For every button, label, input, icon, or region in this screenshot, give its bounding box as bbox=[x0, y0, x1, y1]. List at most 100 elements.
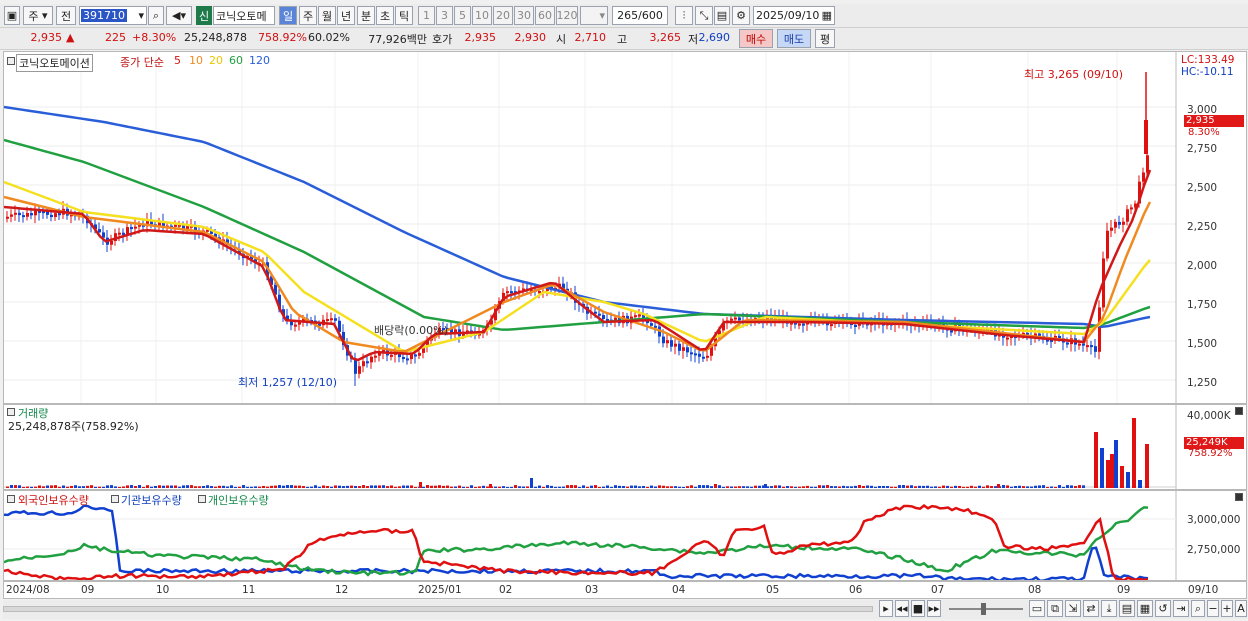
volume-bar bbox=[1145, 444, 1149, 488]
volume-bar bbox=[870, 485, 873, 488]
close-panel-icon[interactable] bbox=[1235, 407, 1243, 415]
volume-bar bbox=[138, 485, 141, 488]
grid-toggle-icon[interactable]: ▦ bbox=[1137, 600, 1153, 617]
volume-bar bbox=[498, 486, 501, 488]
period-minute-tab[interactable]: 분 bbox=[357, 6, 375, 25]
candle-type-icon[interactable]: ⫶ bbox=[675, 6, 693, 25]
volume-bar bbox=[14, 485, 17, 488]
x-tick: 2024/08 bbox=[6, 584, 50, 596]
series-toggle-icon[interactable] bbox=[111, 495, 119, 503]
candle-body bbox=[638, 314, 641, 317]
volume-bar bbox=[610, 486, 613, 488]
chart-layout-icon[interactable]: ▭ bbox=[1029, 600, 1045, 617]
interval-20[interactable]: 20 bbox=[493, 6, 513, 25]
candle-body bbox=[1114, 221, 1117, 228]
zoom-slider-handle[interactable] bbox=[981, 603, 986, 615]
avg-button[interactable]: 평 bbox=[815, 29, 835, 48]
volume-bar bbox=[666, 486, 669, 488]
volume-bar bbox=[938, 486, 941, 488]
volume-bar bbox=[30, 486, 33, 488]
x-tick: 02 bbox=[499, 584, 513, 596]
drawing-tool-icon[interactable]: ⤡ bbox=[695, 6, 713, 25]
holdings-chart[interactable] bbox=[4, 491, 1248, 580]
chart-copy-icon[interactable]: ⧉ bbox=[1047, 600, 1063, 617]
price-chart[interactable] bbox=[4, 52, 1248, 403]
period-week-tab[interactable]: 주 bbox=[299, 6, 317, 25]
save-icon[interactable]: ▤ bbox=[714, 6, 730, 25]
speaker-icon[interactable]: ◀▾ bbox=[166, 6, 192, 25]
close-panel-icon[interactable] bbox=[1235, 493, 1243, 501]
compare-icon[interactable]: ⇄ bbox=[1083, 600, 1099, 617]
horizontal-scrollbar[interactable] bbox=[3, 606, 873, 612]
holdings-panel[interactable]: 외국인보유수량 기관보유수량 개인보유수량 3,000,000 2,750,00… bbox=[3, 490, 1247, 581]
zoom-search-icon[interactable]: ⌕ bbox=[1191, 600, 1205, 617]
candle-body bbox=[1146, 155, 1149, 173]
volume-bar bbox=[930, 486, 933, 488]
settings-gear-icon[interactable]: ⚙ bbox=[732, 6, 750, 25]
period-second-tab[interactable]: 초 bbox=[376, 6, 394, 25]
volume-panel[interactable]: 거래량 25,248,878주(758.92%) 40,000K 25,249K… bbox=[3, 404, 1247, 490]
interval-60[interactable]: 60 bbox=[535, 6, 555, 25]
candle-body bbox=[406, 358, 409, 361]
price-change: 225 bbox=[105, 31, 126, 44]
volume-bar bbox=[26, 486, 29, 488]
count-field[interactable]: 265/600 bbox=[612, 6, 668, 25]
volume-bar bbox=[538, 485, 541, 488]
buy-button[interactable]: 매수 bbox=[739, 29, 773, 48]
price-panel[interactable]: 코닉오토메이션 종가 단순 5 10 20 60 120 LC:133.49 H… bbox=[3, 51, 1247, 404]
period-tick-tab[interactable]: 틱 bbox=[395, 6, 413, 25]
panel-menu-icon[interactable] bbox=[7, 57, 15, 65]
market-select[interactable]: 주 ▾ bbox=[23, 6, 53, 25]
date-field[interactable]: 2025/09/10 ▦ bbox=[753, 6, 835, 25]
panel-menu-icon[interactable] bbox=[7, 495, 15, 503]
search-icon[interactable]: ⌕ bbox=[148, 6, 164, 25]
interval-1[interactable]: 1 bbox=[418, 6, 435, 25]
volume-bar bbox=[46, 485, 49, 488]
volume-bar bbox=[110, 485, 113, 488]
candle-body bbox=[694, 353, 697, 356]
interval-custom-select[interactable]: ▾ bbox=[580, 6, 608, 25]
prev-button[interactable]: 전 bbox=[56, 6, 76, 25]
window-menu-icon[interactable]: ▣ bbox=[4, 6, 20, 25]
calendar-icon[interactable]: ▦ bbox=[822, 9, 832, 22]
scale-icon[interactable]: ⇲ bbox=[1065, 600, 1081, 617]
interval-5[interactable]: 5 bbox=[454, 6, 471, 25]
interval-120[interactable]: 120 bbox=[556, 6, 578, 25]
stock-name-field[interactable]: 코닉오토메 bbox=[213, 6, 275, 25]
stop-icon[interactable]: ■ bbox=[911, 600, 925, 617]
candle-body bbox=[830, 324, 833, 327]
candle-body bbox=[334, 318, 337, 321]
individual-holding-line bbox=[4, 506, 1149, 577]
scroll-right-icon[interactable]: ▸ bbox=[879, 600, 893, 617]
sell-button[interactable]: 매도 bbox=[777, 29, 811, 48]
volume-bar bbox=[234, 486, 237, 488]
volume-bar bbox=[818, 485, 821, 488]
volume-bar bbox=[330, 486, 333, 488]
volume-bar bbox=[790, 486, 793, 488]
period-month-tab[interactable]: 월 bbox=[318, 6, 336, 25]
zoom-slider[interactable] bbox=[949, 608, 1023, 610]
zoom-in-icon[interactable]: + bbox=[1221, 600, 1233, 617]
interval-10[interactable]: 10 bbox=[472, 6, 492, 25]
export-icon[interactable]: ⤓ bbox=[1101, 600, 1117, 617]
stock-code-input[interactable]: 391710 ▾ bbox=[79, 6, 147, 25]
rewind-icon[interactable]: ◂◂ bbox=[895, 600, 909, 617]
interval-30[interactable]: 30 bbox=[514, 6, 534, 25]
volume-bar bbox=[514, 485, 517, 488]
volume-bar bbox=[882, 485, 885, 488]
zoom-out-icon[interactable]: − bbox=[1207, 600, 1219, 617]
volume-chart[interactable] bbox=[4, 405, 1248, 489]
print-icon[interactable]: ▤ bbox=[1119, 600, 1135, 617]
reset-icon[interactable]: ↺ bbox=[1155, 600, 1171, 617]
period-year-tab[interactable]: 년 bbox=[337, 6, 355, 25]
scroll-end-icon[interactable]: ⇥ bbox=[1173, 600, 1189, 617]
volume-bar bbox=[726, 486, 729, 488]
font-size-icon[interactable]: A bbox=[1235, 600, 1247, 617]
period-day-tab[interactable]: 일 bbox=[279, 6, 297, 25]
interval-3[interactable]: 3 bbox=[436, 6, 453, 25]
series-toggle-icon[interactable] bbox=[198, 495, 206, 503]
fast-forward-icon[interactable]: ▸▸ bbox=[927, 600, 941, 617]
candle-body bbox=[1126, 209, 1129, 222]
panel-menu-icon[interactable] bbox=[7, 408, 15, 416]
current-price-tag: 2,935 bbox=[1184, 115, 1244, 127]
